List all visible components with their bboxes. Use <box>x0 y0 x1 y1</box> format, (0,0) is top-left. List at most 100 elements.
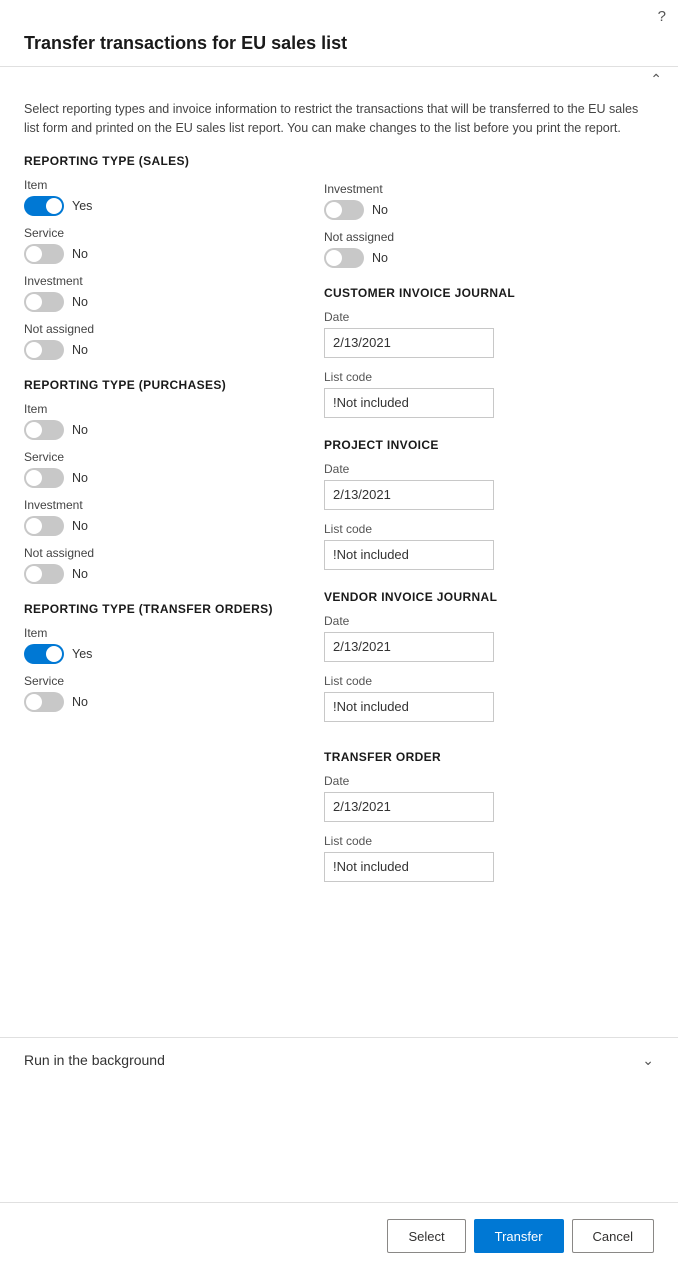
right-sales-not-assigned-value: No <box>372 251 388 265</box>
purchases-service-toggle[interactable] <box>24 468 64 488</box>
transfer-order-listcode-label: List code <box>324 834 654 848</box>
transfer-service-toggle[interactable] <box>24 692 64 712</box>
purchases-service-value: No <box>72 471 88 485</box>
run-background-label: Run in the background <box>24 1052 165 1068</box>
run-background-chevron-icon[interactable]: ⌄ <box>642 1052 654 1069</box>
transfer-order-listcode-input[interactable] <box>324 852 494 882</box>
purchases-investment-toggle[interactable] <box>24 516 64 536</box>
transfer-order-date-label: Date <box>324 774 654 788</box>
purchases-service-label: Service <box>24 450 304 464</box>
footer-buttons: Select Transfer Cancel <box>0 1202 678 1269</box>
help-icon[interactable]: ? <box>658 8 666 25</box>
reporting-sales-section: REPORTING TYPE (SALES) Item Yes Service <box>24 154 304 360</box>
transfer-service-toggle-group: Service No <box>24 674 304 712</box>
page-title: Transfer transactions for EU sales list <box>0 25 678 66</box>
page-container: ? Transfer transactions for EU sales lis… <box>0 0 678 1269</box>
sales-item-toggle-group: Item Yes <box>24 178 304 216</box>
transfer-item-toggle[interactable] <box>24 644 64 664</box>
vendor-invoice-date-group: Date <box>324 614 654 662</box>
purchases-not-assigned-value: No <box>72 567 88 581</box>
reporting-sales-heading: REPORTING TYPE (SALES) <box>24 154 304 168</box>
sales-service-label: Service <box>24 226 304 240</box>
transfer-item-value: Yes <box>72 647 92 661</box>
right-sales-not-assigned-label: Not assigned <box>324 230 654 244</box>
customer-invoice-listcode-input[interactable] <box>324 388 494 418</box>
sales-item-label: Item <box>24 178 304 192</box>
transfer-item-label: Item <box>24 626 304 640</box>
sales-service-knob <box>26 246 42 262</box>
run-background-bar[interactable]: Run in the background ⌄ <box>0 1037 678 1083</box>
cancel-button[interactable]: Cancel <box>572 1219 654 1253</box>
transfer-service-value: No <box>72 695 88 709</box>
reporting-purchases-section: REPORTING TYPE (PURCHASES) Item No Servi… <box>24 378 304 584</box>
transfer-order-date-group: Date <box>324 774 654 822</box>
sales-investment-toggle[interactable] <box>24 292 64 312</box>
customer-invoice-date-group: Date <box>324 310 654 358</box>
purchases-service-knob <box>26 470 42 486</box>
sales-investment-knob <box>26 294 42 310</box>
purchases-item-toggle-group: Item No <box>24 402 304 440</box>
vendor-invoice-listcode-label: List code <box>324 674 654 688</box>
collapse-icon[interactable]: ⌃ <box>650 71 662 88</box>
transfer-service-knob <box>26 694 42 710</box>
sales-not-assigned-toggle[interactable] <box>24 340 64 360</box>
reporting-purchases-heading: REPORTING TYPE (PURCHASES) <box>24 378 304 392</box>
right-sales-investment-value: No <box>372 203 388 217</box>
project-invoice-listcode-input[interactable] <box>324 540 494 570</box>
purchases-service-toggle-group: Service No <box>24 450 304 488</box>
purchases-item-value: No <box>72 423 88 437</box>
vendor-invoice-date-input[interactable] <box>324 632 494 662</box>
sales-service-toggle[interactable] <box>24 244 64 264</box>
transfer-order-listcode-group: List code <box>324 834 654 882</box>
sales-investment-value: No <box>72 295 88 309</box>
customer-invoice-journal-section: CUSTOMER INVOICE JOURNAL Date List code <box>324 286 654 418</box>
purchases-not-assigned-toggle[interactable] <box>24 564 64 584</box>
right-sales-investment-toggle-group: Investment No <box>324 182 654 220</box>
project-invoice-date-input[interactable] <box>324 480 494 510</box>
right-sales-not-assigned-toggle-group: Not assigned No <box>324 230 654 268</box>
project-invoice-date-group: Date <box>324 462 654 510</box>
transfer-order-date-input[interactable] <box>324 792 494 822</box>
reporting-transfer-orders-heading: REPORTING TYPE (TRANSFER ORDERS) <box>24 602 304 616</box>
transfer-item-knob <box>46 646 62 662</box>
sales-right-toggles: Investment No Not assigned No <box>324 182 654 268</box>
purchases-item-toggle[interactable] <box>24 420 64 440</box>
purchases-not-assigned-toggle-group: Not assigned No <box>24 546 304 584</box>
left-column: REPORTING TYPE (SALES) Item Yes Service <box>24 154 304 1021</box>
right-sales-investment-knob <box>326 202 342 218</box>
transfer-item-toggle-group: Item Yes <box>24 626 304 664</box>
right-column: Investment No Not assigned No <box>324 154 654 1021</box>
main-content: REPORTING TYPE (SALES) Item Yes Service <box>0 154 678 1021</box>
vendor-invoice-listcode-input[interactable] <box>324 692 494 722</box>
purchases-not-assigned-label: Not assigned <box>24 546 304 560</box>
sales-not-assigned-knob <box>26 342 42 358</box>
transfer-service-label: Service <box>24 674 304 688</box>
vendor-invoice-journal-section: VENDOR INVOICE JOURNAL Date List code <box>324 590 654 722</box>
reporting-transfer-orders-section: REPORTING TYPE (TRANSFER ORDERS) Item Ye… <box>24 602 304 712</box>
sales-service-value: No <box>72 247 88 261</box>
help-icon-area: ? <box>0 0 678 25</box>
project-invoice-listcode-group: List code <box>324 522 654 570</box>
section-collapse-bar: ⌃ <box>0 66 678 92</box>
sales-investment-toggle-group: Investment No <box>24 274 304 312</box>
vendor-invoice-listcode-group: List code <box>324 674 654 722</box>
customer-invoice-listcode-label: List code <box>324 370 654 384</box>
project-invoice-date-label: Date <box>324 462 654 476</box>
sales-investment-label: Investment <box>24 274 304 288</box>
right-sales-investment-toggle[interactable] <box>324 200 364 220</box>
sales-not-assigned-label: Not assigned <box>24 322 304 336</box>
customer-invoice-date-input[interactable] <box>324 328 494 358</box>
right-sales-not-assigned-toggle[interactable] <box>324 248 364 268</box>
project-invoice-section: PROJECT INVOICE Date List code <box>324 438 654 570</box>
purchases-investment-knob <box>26 518 42 534</box>
sales-item-toggle[interactable] <box>24 196 64 216</box>
sales-not-assigned-value: No <box>72 343 88 357</box>
purchases-investment-toggle-group: Investment No <box>24 498 304 536</box>
sales-service-toggle-group: Service No <box>24 226 304 264</box>
sales-not-assigned-toggle-group: Not assigned No <box>24 322 304 360</box>
customer-invoice-journal-heading: CUSTOMER INVOICE JOURNAL <box>324 286 654 300</box>
select-button[interactable]: Select <box>387 1219 465 1253</box>
vendor-invoice-date-label: Date <box>324 614 654 628</box>
spacer <box>0 1083 678 1202</box>
transfer-button[interactable]: Transfer <box>474 1219 564 1253</box>
